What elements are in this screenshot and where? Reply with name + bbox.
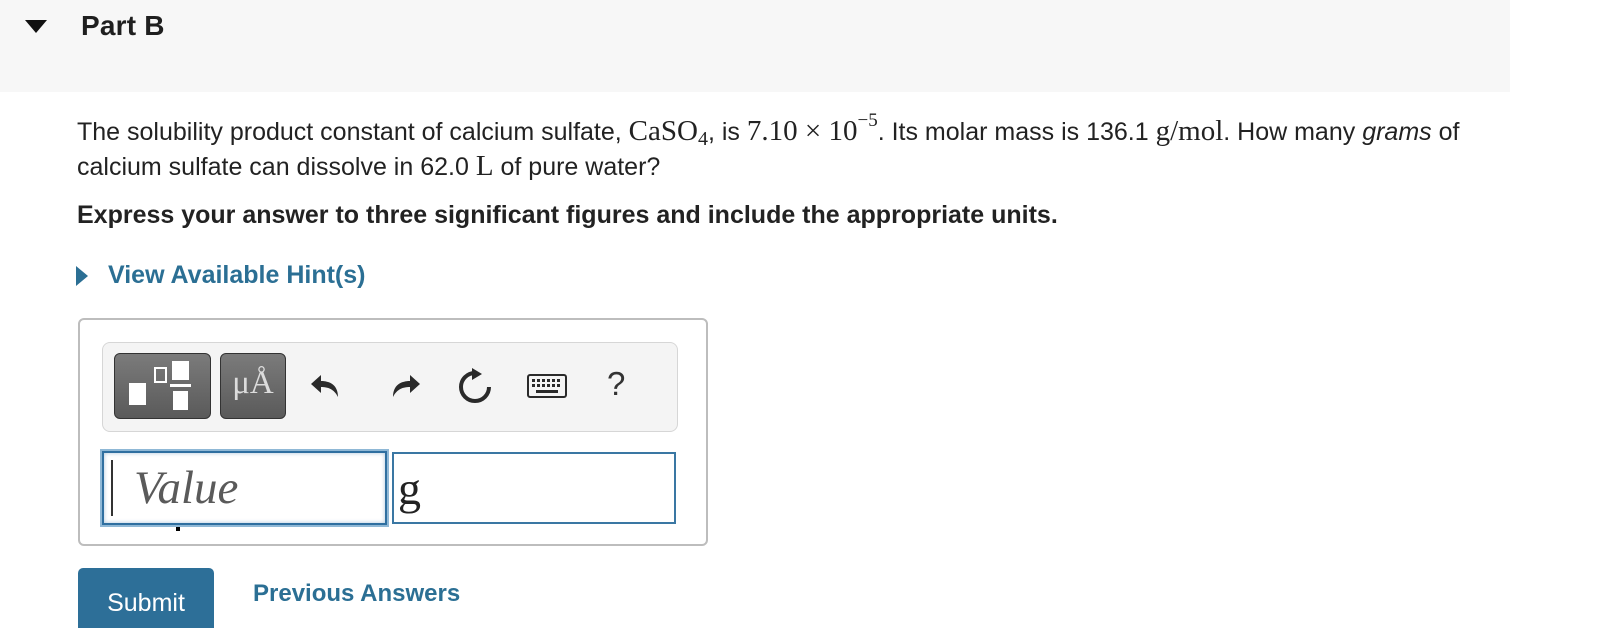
ksp-value: 7.10 × 10−5 <box>746 110 878 147</box>
answer-box: μÅ ? <box>78 318 708 546</box>
molar-unit: g/mol <box>1155 115 1224 147</box>
collapse-triangle-icon[interactable] <box>25 20 47 34</box>
submit-button[interactable]: Submit <box>78 568 214 628</box>
units-label: μÅ <box>232 365 274 401</box>
templates-button[interactable] <box>114 353 211 419</box>
volume-unit: L <box>475 150 494 182</box>
reset-icon[interactable] <box>455 367 495 407</box>
part-title: Part B <box>81 10 165 41</box>
units-button[interactable]: μÅ <box>220 353 286 419</box>
previous-answers-link[interactable]: Previous Answers <box>253 580 460 608</box>
help-button[interactable]: ? <box>607 365 625 403</box>
undo-icon[interactable] <box>308 367 348 407</box>
part-header: Part B <box>0 0 1510 92</box>
units-input[interactable] <box>392 452 676 524</box>
view-hints-link[interactable]: View Available Hint(s) <box>76 261 365 290</box>
math-toolbar: μÅ ? <box>102 342 678 432</box>
question-text: The solubility product constant of calci… <box>77 110 1460 182</box>
redo-icon[interactable] <box>383 367 423 407</box>
templates-icon <box>129 361 191 410</box>
decimal-dot <box>176 527 180 531</box>
expand-arrow-icon <box>76 265 88 286</box>
keyboard-icon[interactable] <box>527 373 567 401</box>
hint-label: View Available Hint(s) <box>108 261 366 289</box>
instruction-text: Express your answer to three significant… <box>77 201 1058 229</box>
formula: CaSO4 <box>628 115 708 150</box>
value-input[interactable] <box>102 451 387 525</box>
text-caret <box>111 460 113 516</box>
